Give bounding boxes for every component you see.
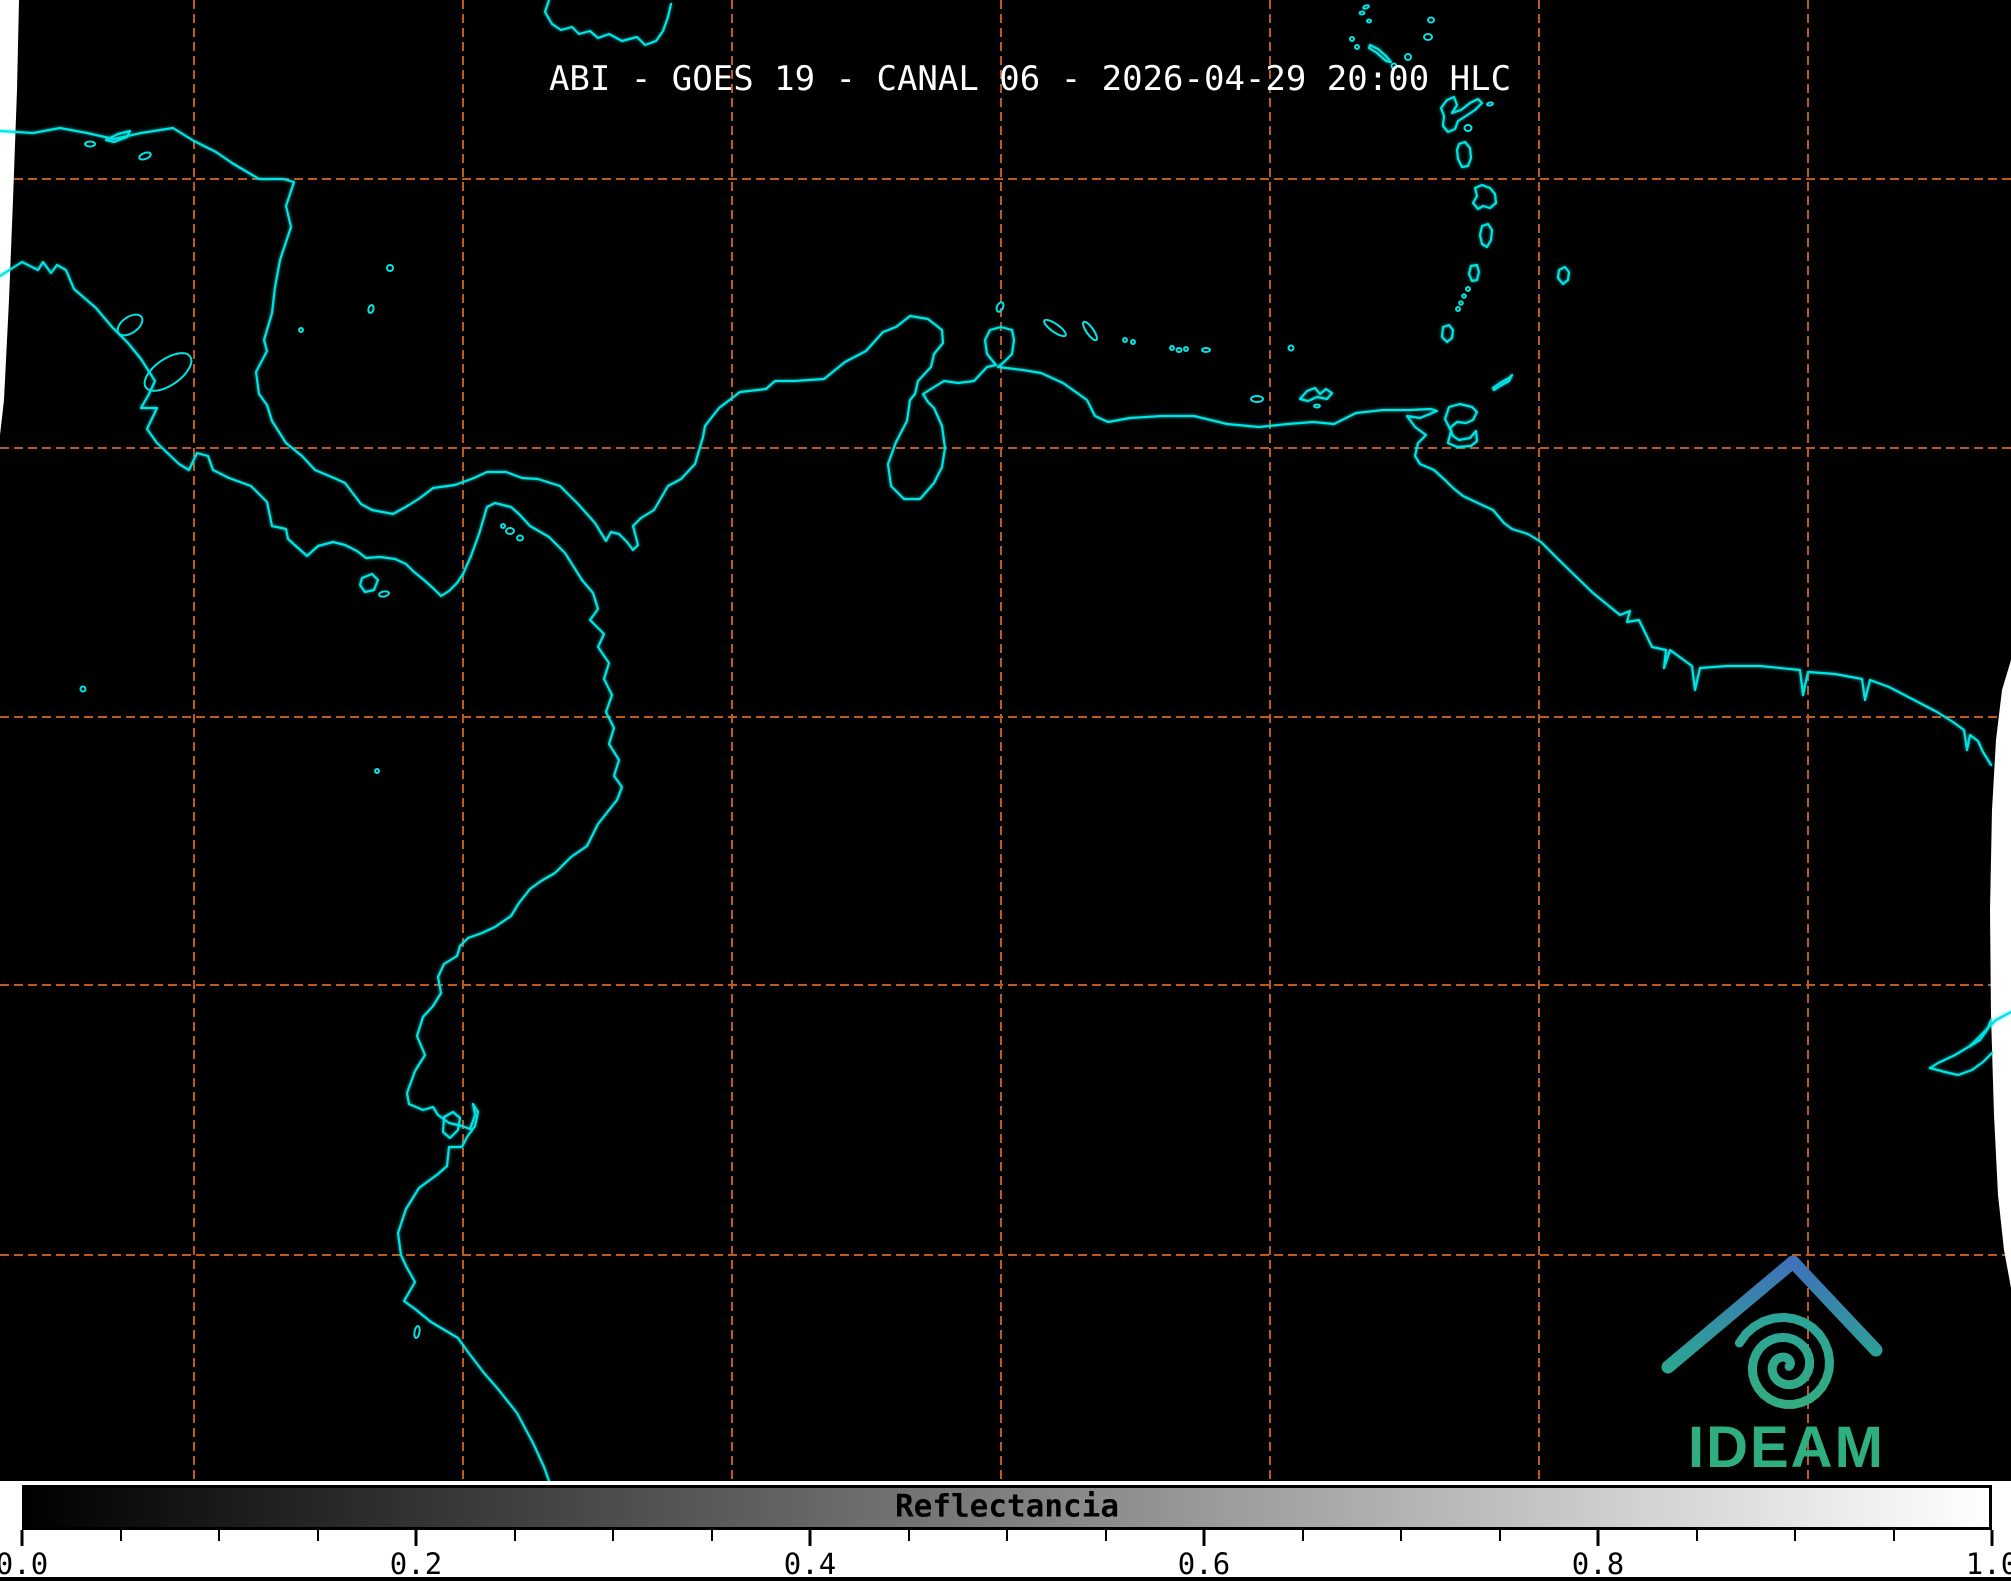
colorbar-minor-tick <box>907 1530 910 1541</box>
colorbar-minor-tick <box>1104 1530 1107 1541</box>
map-canvas <box>0 0 2011 1483</box>
colorbar-major-tick <box>20 1530 24 1546</box>
colorbar-minor-tick <box>1794 1530 1796 1541</box>
colorbar-major-tick <box>414 1530 418 1546</box>
colorbar-minor-tick <box>119 1530 122 1541</box>
colorbar-gradient: Reflectancia <box>22 1485 1992 1530</box>
ideam-logo-text: IDEAM <box>1688 1415 1885 1480</box>
colorbar-minor-tick <box>1695 1530 1698 1541</box>
colorbar-major-tick <box>1202 1530 1206 1546</box>
colorbar-tick-label: 0.4 <box>783 1547 837 1581</box>
colorbar-minor-tick <box>218 1530 220 1541</box>
colorbar-minor-tick <box>513 1530 516 1541</box>
colorbar-tick-label: 0.2 <box>389 1547 443 1581</box>
satellite-image-frame: ABI - GOES 19 - CANAL 06 - 2026-04-29 20… <box>0 0 2011 1581</box>
colorbar-minor-tick <box>1498 1530 1501 1541</box>
colorbar-minor-tick <box>1400 1530 1402 1541</box>
colorbar-major-tick <box>808 1530 812 1546</box>
colorbar-tick-label: 0.0 <box>0 1547 49 1581</box>
colorbar-minor-tick <box>1006 1530 1008 1541</box>
product-title: ABI - GOES 19 - CANAL 06 - 2026-04-29 20… <box>548 59 1512 99</box>
colorbar-tick-label: 0.6 <box>1177 1547 1231 1581</box>
colorbar-title: Reflectancia <box>895 1488 1119 1525</box>
colorbar-major-tick <box>1990 1530 1994 1546</box>
colorbar-minor-tick <box>316 1530 319 1541</box>
colorbar-minor-tick <box>1301 1530 1304 1541</box>
colorbar-major-tick <box>1596 1530 1600 1546</box>
colorbar-minor-tick <box>1892 1530 1895 1541</box>
colorbar-minor-tick <box>612 1530 614 1541</box>
colorbar-minor-tick <box>710 1530 713 1541</box>
colorbar-tick-label: 0.8 <box>1571 1547 1625 1581</box>
colorbar-band: Reflectancia 0.0 0.2 0.4 0.6 0.8 1.0 <box>0 1481 2011 1581</box>
colorbar-tick-label: 1.0 <box>1965 1547 2011 1581</box>
map-background <box>0 0 2011 1481</box>
